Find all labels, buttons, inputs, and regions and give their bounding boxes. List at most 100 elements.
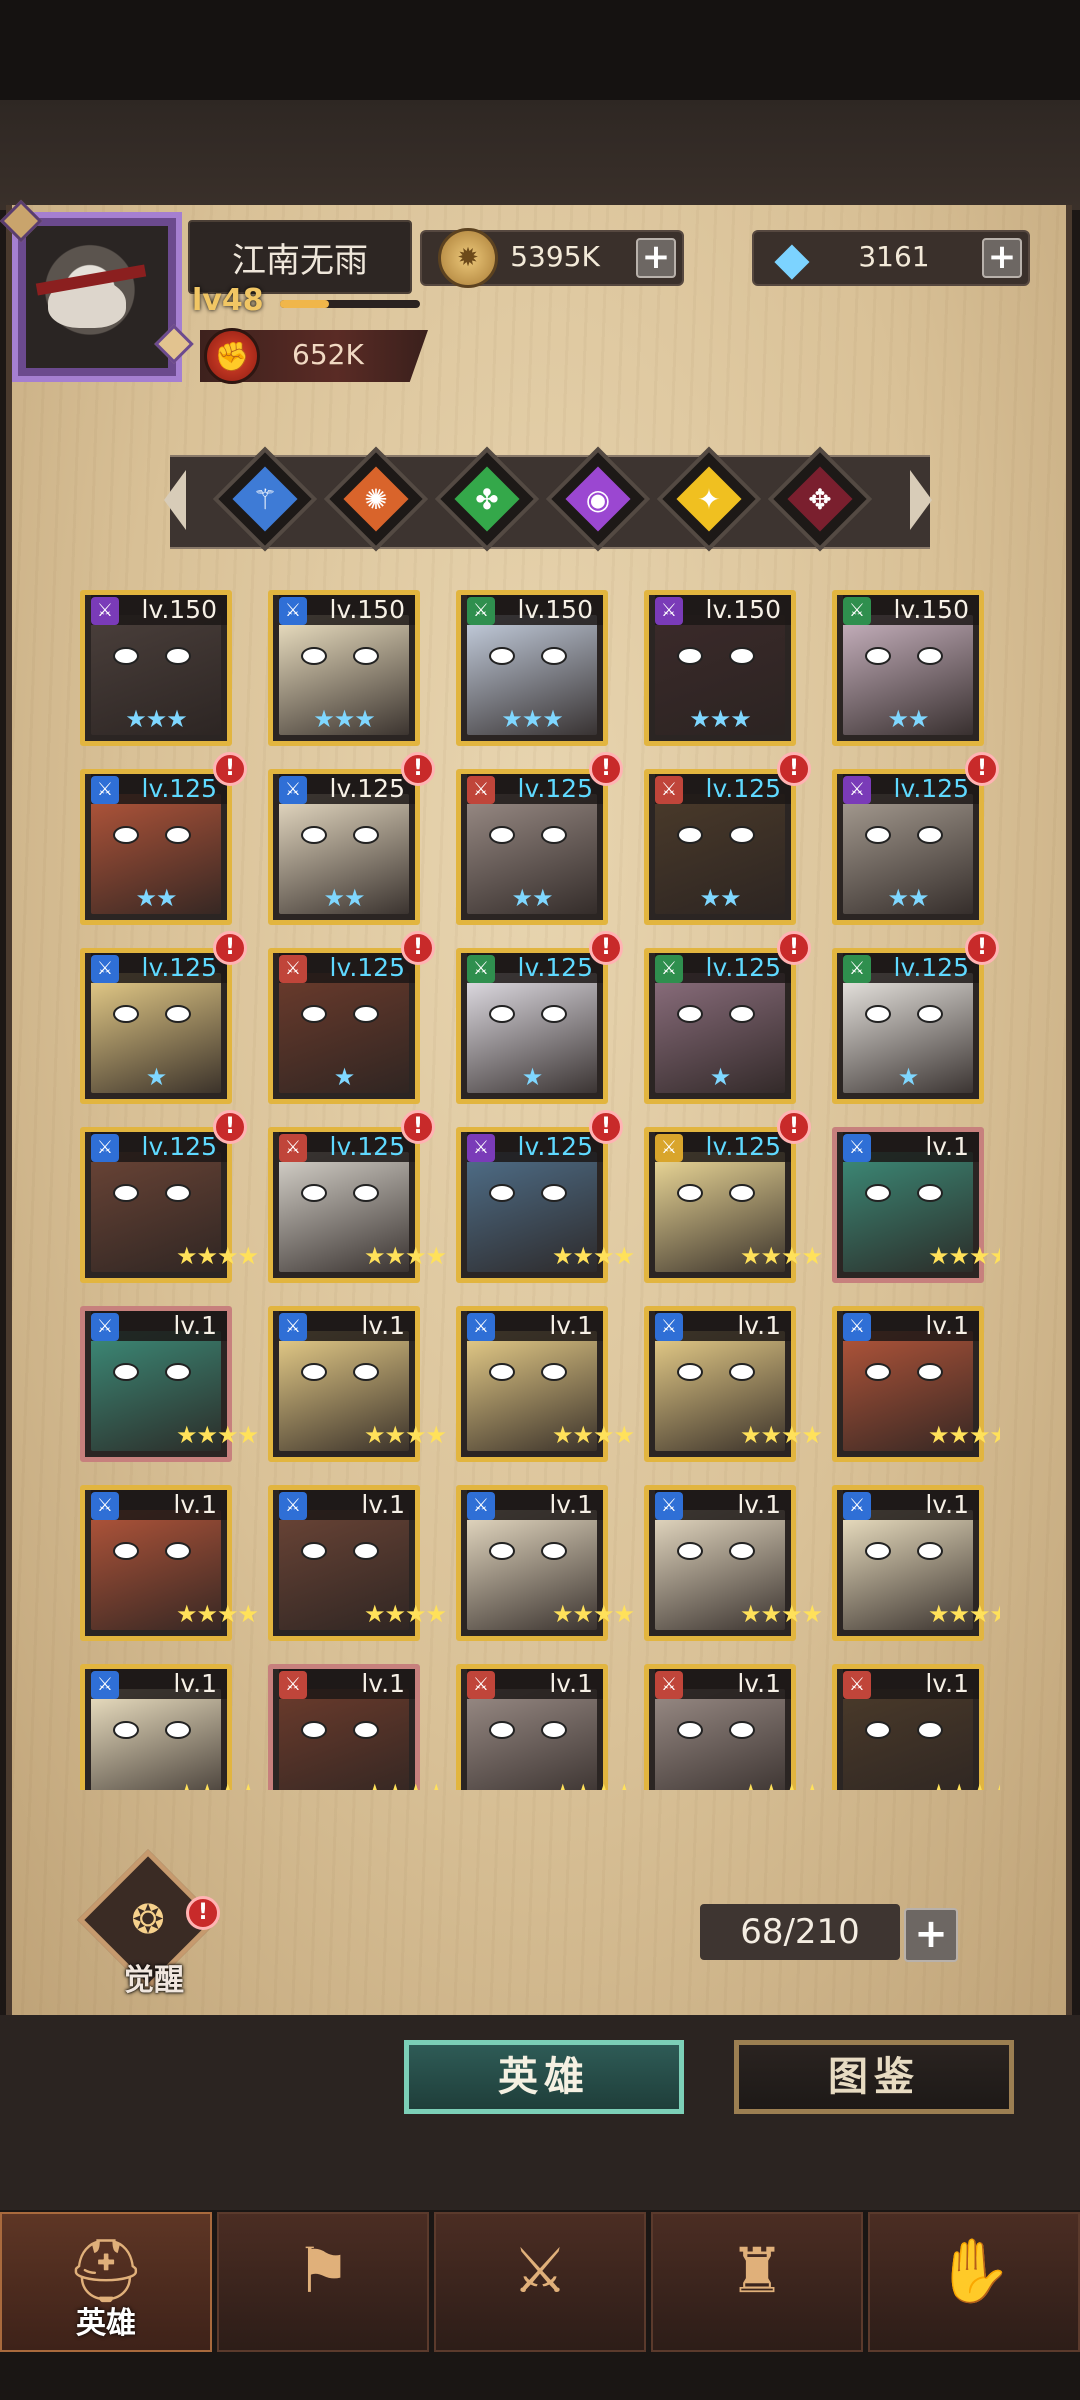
hero-card[interactable]: lv.125 ⚔ ★★★★! — [644, 1110, 823, 1283]
add-gem-button[interactable]: + — [982, 238, 1022, 278]
hero-card[interactable]: lv.150 ⚔ ★★ — [832, 590, 984, 746]
hero-eye — [113, 1005, 139, 1023]
nav-item-helmet[interactable]: ⛑ 英雄 — [0, 2212, 212, 2352]
hero-card[interactable]: lv.1⚔★★★★ — [268, 1485, 447, 1641]
hero-eye — [489, 1184, 515, 1202]
nav-item-crossed-swords[interactable]: ⚔ — [434, 2212, 646, 2352]
hero-card[interactable]: lv.1⚔★★★★ — [456, 1664, 635, 1790]
hero-card[interactable]: lv.150 ⚔ ★★★ — [80, 590, 232, 746]
hero-stars: ★★★ — [501, 705, 564, 733]
hero-stars: ★★ — [135, 884, 177, 912]
hero-eye — [353, 1005, 379, 1023]
hero-card[interactable]: lv.1⚔★★★★ — [80, 1485, 259, 1641]
hero-class-icon: ⚔ — [467, 1492, 495, 1520]
diamond-icon: ◆ — [774, 231, 810, 285]
nav-item-handshake[interactable]: ✋ — [868, 2212, 1080, 2352]
hero-eye — [353, 647, 379, 665]
gem-value: 3161 — [858, 240, 930, 273]
player-avatar[interactable] — [0, 199, 194, 382]
gold-value: 5395K — [510, 240, 600, 273]
hero-eye — [301, 826, 327, 844]
hero-card[interactable]: lv.125 ⚔ ★★! — [268, 752, 435, 925]
hero-card[interactable]: lv.150 ⚔ ★★★ — [268, 590, 420, 746]
hero-eye — [165, 826, 191, 844]
class-emblem-icon: ✦ — [697, 482, 721, 516]
hero-portrait — [279, 1689, 409, 1790]
nav-item-castle[interactable]: ♜ — [651, 2212, 863, 2352]
hero-card[interactable]: lv.125 ⚔ ★! — [456, 931, 623, 1104]
hero-card[interactable]: lv.1⚔★★★★ — [456, 1306, 635, 1462]
filter-right-arrow-icon[interactable] — [910, 470, 932, 530]
tab-atlas[interactable]: 图鉴 — [734, 2040, 1014, 2114]
hero-card[interactable]: lv.1⚔★★★★ — [832, 1664, 1000, 1790]
hero-class-icon: ⚔ — [655, 1313, 683, 1341]
tab-heroes[interactable]: 英雄 — [404, 2040, 684, 2114]
hero-eye — [301, 1184, 327, 1202]
hero-eye — [165, 1721, 191, 1739]
hero-card[interactable]: lv.125 ⚔ ★★★★! — [268, 1110, 447, 1283]
hero-card[interactable]: lv.1⚔★★★★ — [268, 1306, 447, 1462]
filter-left-arrow-icon[interactable] — [164, 470, 186, 530]
hero-card[interactable]: lv.125 ⚔ ★! — [268, 931, 435, 1104]
hero-eye — [541, 1721, 567, 1739]
hero-eye — [729, 1005, 755, 1023]
hero-card[interactable]: lv.1⚔★★★★ — [644, 1485, 823, 1641]
hero-card[interactable]: lv.125 ⚔ ★! — [832, 931, 999, 1104]
hero-eye — [165, 1184, 191, 1202]
hero-eye — [301, 1005, 327, 1023]
hero-eye — [677, 1184, 703, 1202]
hero-eye — [917, 1005, 943, 1023]
expand-capacity-button[interactable]: + — [904, 1908, 958, 1962]
hero-eye — [113, 647, 139, 665]
hero-card[interactable]: lv.125 ⚔ ★★★★! — [456, 1110, 635, 1283]
hero-eye — [541, 1363, 567, 1381]
hero-card[interactable]: lv.1⚔★★★★ — [80, 1664, 259, 1790]
hero-eye — [865, 1542, 891, 1560]
hero-class-icon: ⚔ — [91, 1671, 119, 1699]
hero-card[interactable]: lv.1⚔★★★★ — [268, 1664, 447, 1790]
hero-card[interactable]: lv.1⚔★★★★ — [832, 1306, 1000, 1462]
hero-eye — [865, 826, 891, 844]
alert-icon: ! — [401, 1110, 435, 1144]
hero-eye — [165, 647, 191, 665]
level-progress-bar — [280, 300, 420, 308]
hero-eye — [677, 826, 703, 844]
hero-eye — [489, 826, 515, 844]
hero-eye — [917, 647, 943, 665]
hero-card[interactable]: lv.150 ⚔ ★★★ — [644, 590, 796, 746]
hero-card[interactable]: lv.125 ⚔ ★! — [644, 931, 811, 1104]
hero-eye — [917, 1184, 943, 1202]
hero-stars: ★★ — [511, 884, 553, 912]
hero-card[interactable]: lv.1⚔★★★★ — [80, 1306, 259, 1462]
hero-eye — [541, 1005, 567, 1023]
hero-class-icon: ⚔ — [467, 1313, 495, 1341]
hero-card[interactable]: lv.150 ⚔ ★★★ — [456, 590, 608, 746]
hero-card[interactable]: lv.125 ⚔ ★★! — [80, 752, 247, 925]
hero-card[interactable]: lv.1⚔★★★★ — [644, 1664, 823, 1790]
hero-eye — [917, 1363, 943, 1381]
hero-eye — [489, 1005, 515, 1023]
hero-eye — [865, 1184, 891, 1202]
hero-card[interactable]: lv.1⚔★★★★ — [456, 1485, 635, 1641]
hero-class-icon: ⚔ — [91, 1492, 119, 1520]
hero-card[interactable]: lv.1⚔★★★★ — [832, 1485, 1000, 1641]
nav-label: 英雄 — [76, 2306, 136, 2341]
hero-eye — [541, 647, 567, 665]
hero-card[interactable]: lv.1⚔★★★★ — [644, 1306, 823, 1462]
add-gold-button[interactable]: + — [636, 238, 676, 278]
hero-card[interactable]: lv.125 ⚔ ★★! — [456, 752, 623, 925]
fist-icon: ✊ — [204, 328, 260, 384]
player-level: lv48 — [192, 283, 264, 318]
alert-icon: ! — [401, 931, 435, 965]
hero-card[interactable]: lv.125 ⚔ ★★! — [832, 752, 999, 925]
hero-class-icon: ⚔ — [467, 1671, 495, 1699]
nav-item-flag[interactable]: ⚑ — [217, 2212, 429, 2352]
hero-eye — [917, 826, 943, 844]
alert-icon: ! — [589, 1110, 623, 1144]
hero-class-icon: ⚔ — [655, 955, 683, 983]
hero-eye — [677, 647, 703, 665]
hero-card[interactable]: lv.125 ⚔ ★! — [80, 931, 247, 1104]
hero-card[interactable]: lv.125 ⚔ ★★★★! — [80, 1110, 259, 1283]
hero-card[interactable]: lv.1⚔★★★★ — [832, 1127, 1000, 1283]
hero-card[interactable]: lv.125 ⚔ ★★! — [644, 752, 811, 925]
